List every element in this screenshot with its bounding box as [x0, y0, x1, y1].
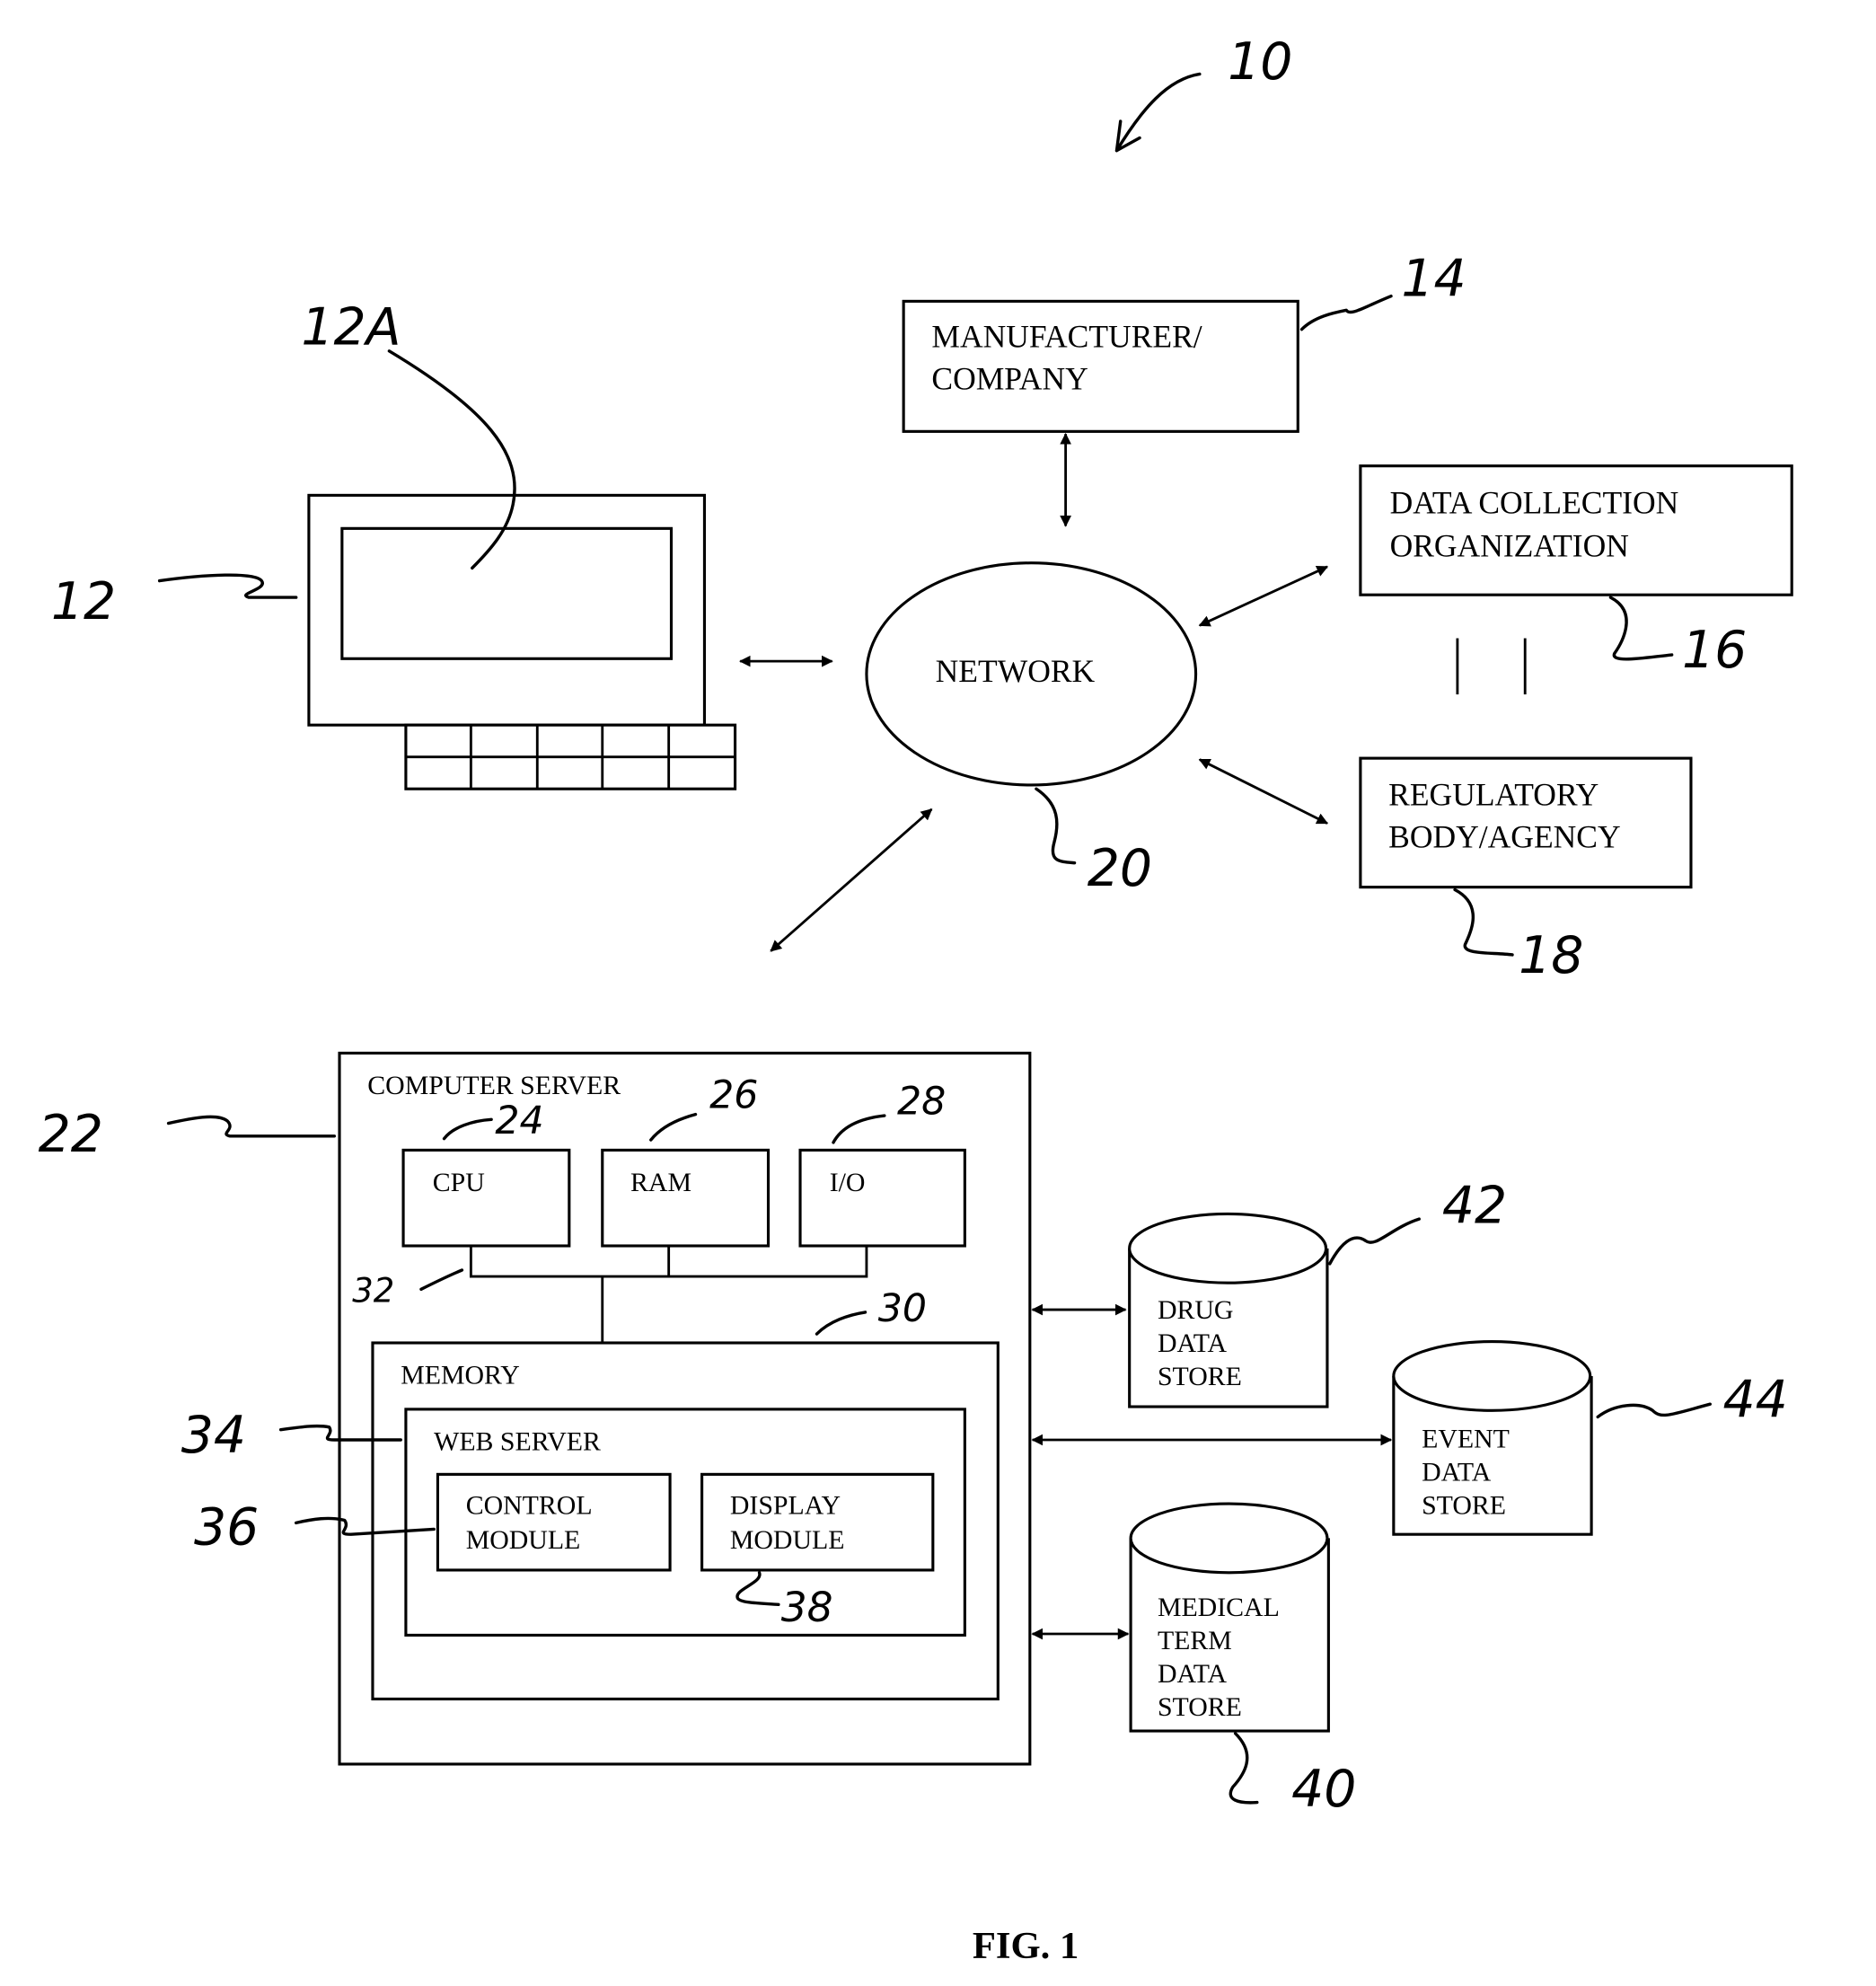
- medical-store-line2: TERM: [1158, 1626, 1232, 1655]
- medical-term-data-store: MEDICAL TERM DATA STORE 40: [1129, 1502, 1356, 1819]
- medical-store-ref-leader: [1229, 1732, 1259, 1805]
- event-data-store: EVENT DATA STORE 44: [1392, 1340, 1788, 1536]
- data-collection-ref-leader: [1608, 596, 1674, 661]
- cpu-block: [401, 1148, 571, 1248]
- io-block: [798, 1148, 966, 1248]
- event-store-line3: STORE: [1422, 1490, 1506, 1520]
- data-collection-network-connector: [1198, 565, 1329, 627]
- system-ref-arrow: [1114, 72, 1202, 153]
- control-module-block: [436, 1472, 672, 1572]
- web-server-ref-label: 34: [181, 1406, 246, 1465]
- data-collection-line1: DATA COLLECTION: [1390, 484, 1679, 520]
- memory-ref-label: 30: [878, 1286, 927, 1331]
- cpu-ref-label: 24: [495, 1099, 543, 1143]
- server-ref-leader: [166, 1115, 337, 1138]
- computer-server: COMPUTER SERVER 22 CPU 24 RAM 26 I/O 28: [39, 1051, 1032, 1766]
- display-module-block: [700, 1472, 935, 1572]
- control-module-ref-label: 36: [194, 1498, 259, 1558]
- regulatory-network-connector: [1198, 758, 1329, 825]
- network-ref-label: 20: [1088, 839, 1152, 898]
- display-module-line2: MODULE: [730, 1525, 845, 1555]
- system-ref-label: 10: [1228, 32, 1292, 92]
- medical-store-ref-label: 40: [1291, 1760, 1356, 1819]
- drug-store-line1: DRUG: [1158, 1295, 1234, 1325]
- control-module-line1: CONTROL: [466, 1490, 593, 1520]
- bus-ref-label: 32: [352, 1272, 394, 1311]
- event-store-line2: DATA: [1422, 1457, 1492, 1487]
- drug-store-line3: STORE: [1158, 1362, 1242, 1391]
- drug-store-ref-leader: [1328, 1217, 1421, 1266]
- keyboard-icon: [404, 723, 737, 790]
- drug-store-ref-label: 42: [1442, 1176, 1507, 1235]
- medical-store-line4: STORE: [1158, 1692, 1242, 1722]
- io-ref-label: 28: [897, 1080, 946, 1125]
- network-node: NETWORK 20: [865, 561, 1198, 898]
- regulatory-line2: BODY/AGENCY: [1388, 819, 1620, 855]
- data-collection-ref-label: 16: [1682, 621, 1747, 680]
- data-collection-node: DATA COLLECTION ORGANIZATION 16: [1359, 464, 1793, 680]
- io-label: I/O: [830, 1168, 866, 1197]
- data-collection-line2: ORGANIZATION: [1390, 528, 1629, 564]
- system-reference-10: 10: [1114, 32, 1292, 153]
- regulatory-line1: REGULATORY: [1388, 777, 1599, 813]
- web-server-label: WEB SERVER: [434, 1426, 601, 1456]
- server-ref-label: 22: [39, 1105, 103, 1164]
- ram-label: RAM: [630, 1168, 691, 1197]
- cpu-label: CPU: [433, 1168, 485, 1197]
- drug-store-line2: DATA: [1158, 1328, 1228, 1358]
- control-module-line2: MODULE: [466, 1525, 581, 1555]
- client-computer: 12 12A: [51, 298, 737, 790]
- manufacturer-ref-label: 14: [1401, 250, 1466, 309]
- event-store-line1: EVENT: [1422, 1425, 1510, 1454]
- figure-caption: FIG. 1: [973, 1925, 1079, 1967]
- server-network-connector: [770, 808, 933, 952]
- medical-store-line3: DATA: [1158, 1659, 1228, 1689]
- event-store-ref-label: 44: [1722, 1370, 1787, 1429]
- display-module-ref-label: 38: [781, 1584, 833, 1631]
- display-module-line1: DISPLAY: [730, 1490, 841, 1520]
- patent-figure: 10 12 12A NETWORK 20 MANUFACTURER/ COMPA…: [39, 32, 1793, 1967]
- manufacturer-ref-leader: [1299, 294, 1393, 331]
- medical-store-line1: MEDICAL: [1158, 1593, 1280, 1622]
- event-store-ref-leader: [1596, 1402, 1712, 1419]
- regulatory-ref-leader: [1453, 887, 1514, 957]
- memory-label: MEMORY: [401, 1360, 520, 1390]
- ram-block: [601, 1148, 771, 1248]
- monitor-screen: [340, 526, 674, 660]
- network-label: NETWORK: [936, 653, 1096, 689]
- screen-ref-label: 12A: [301, 298, 401, 357]
- manufacturer-line1: MANUFACTURER/: [931, 319, 1202, 355]
- network-ref-leader: [1035, 787, 1077, 865]
- regulatory-node: REGULATORY BODY/AGENCY 18: [1359, 756, 1693, 985]
- server-title: COMPUTER SERVER: [367, 1071, 621, 1100]
- client-ref-leader: [157, 573, 298, 599]
- manufacturer-node: MANUFACTURER/ COMPANY 14: [902, 250, 1466, 433]
- manufacturer-line2: COMPANY: [931, 360, 1088, 396]
- regulatory-ref-label: 18: [1519, 926, 1583, 985]
- ram-ref-label: 26: [709, 1073, 758, 1118]
- client-ref-label: 12: [51, 572, 116, 631]
